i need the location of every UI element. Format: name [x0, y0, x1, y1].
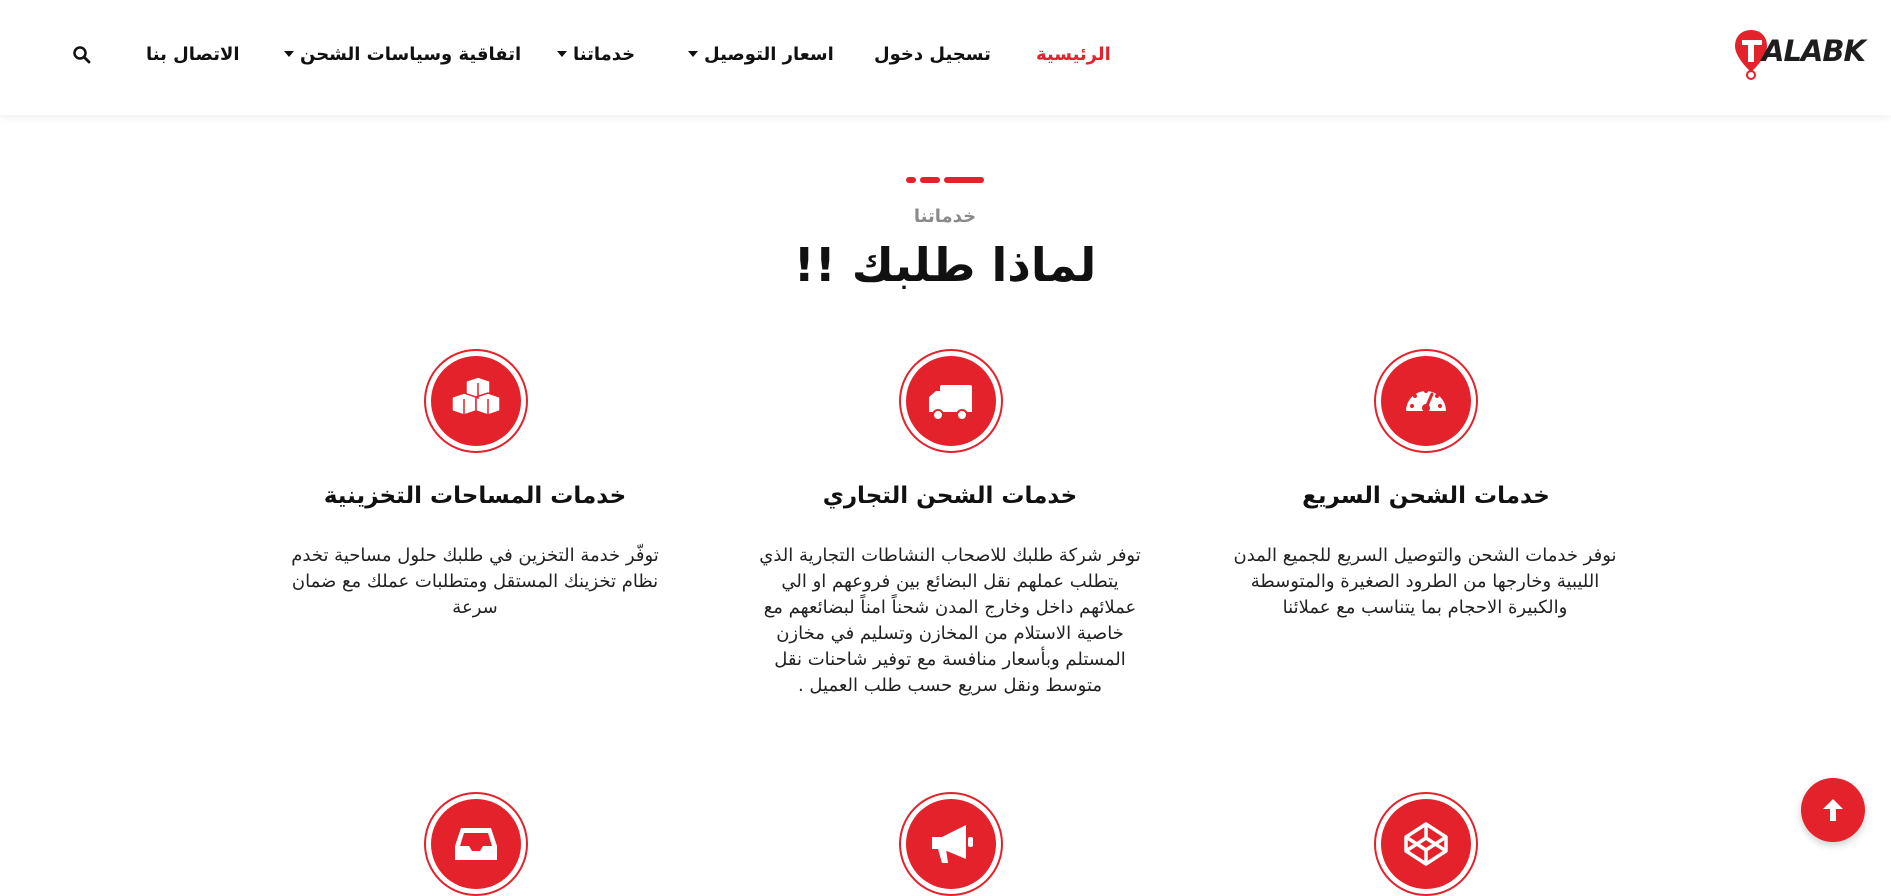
feature-commercial-shipping-title: خدمات الشحن التجاري [822, 483, 1078, 509]
inbox-tray-icon [455, 828, 497, 860]
chevron-down-icon [688, 51, 698, 57]
nav-services[interactable]: خدماتنا [557, 42, 635, 66]
section-divider-mark [906, 177, 984, 183]
section-kicker: خدماتنا [913, 206, 977, 227]
logo-wordmark: ALABK [1762, 34, 1866, 68]
search-button[interactable] [72, 45, 92, 65]
feature-fast-shipping-title: خدمات الشحن السريع [1302, 483, 1550, 509]
speedometer-icon [1406, 389, 1446, 412]
feature-storage-icon-circle [424, 349, 528, 453]
section-title: لماذا طلبك !! [793, 238, 1097, 292]
scroll-to-top-button[interactable] [1801, 778, 1865, 842]
feature-fast-shipping-icon-circle [1374, 349, 1478, 453]
top-navbar: ALABK الرئيسية تسجيل دخول اسعار التوصيل … [0, 0, 1891, 115]
nav-home[interactable]: الرئيسية [1036, 42, 1111, 66]
nav-shipping-policies-label: اتفاقية وسياسات الشحن [300, 43, 522, 65]
feature-commercial-shipping-text: توفر شركة طلبك للاصحاب النشاطات التجارية… [759, 545, 1141, 696]
chevron-down-icon [284, 51, 294, 57]
feature-commercial-shipping-icon-circle [899, 349, 1003, 453]
nav-home-label: الرئيسية [1036, 43, 1111, 65]
feature-fast-shipping-text: نوفر خدمات الشحن والتوصيل السريع للجميع … [1233, 545, 1617, 618]
nav-login[interactable]: تسجيل دخول [874, 42, 991, 66]
nav-contact[interactable]: الاتصال بنا [146, 42, 240, 66]
arrow-up-icon [1823, 799, 1843, 821]
codepen-cube-icon [1404, 822, 1448, 866]
nav-shipping-policies[interactable]: اتفاقية وسياسات الشحن [284, 42, 521, 66]
nav-services-label: خدماتنا [573, 43, 636, 65]
nav-delivery-prices[interactable]: اسعار التوصيل [688, 42, 834, 66]
nav-delivery-prices-label: اسعار التوصيل [704, 43, 834, 65]
feature-6-icon-circle [424, 792, 528, 896]
megaphone-icon [932, 825, 973, 863]
feature-4-icon-circle [1374, 792, 1478, 896]
nav-contact-label: الاتصال بنا [146, 43, 240, 65]
feature-storage-title: خدمات المساحات التخزينية [323, 483, 627, 509]
boxes-icon [451, 377, 501, 416]
nav-login-label: تسجيل دخول [874, 43, 991, 65]
chevron-down-icon [557, 51, 567, 57]
feature-5-icon-circle [899, 792, 1003, 896]
search-icon [73, 46, 91, 64]
feature-storage-text: توفّر خدمة التخزين في طلبك حلول مساحية ت… [291, 545, 659, 618]
truck-icon [929, 385, 972, 421]
talabk-logo[interactable]: ALABK [1734, 24, 1866, 84]
